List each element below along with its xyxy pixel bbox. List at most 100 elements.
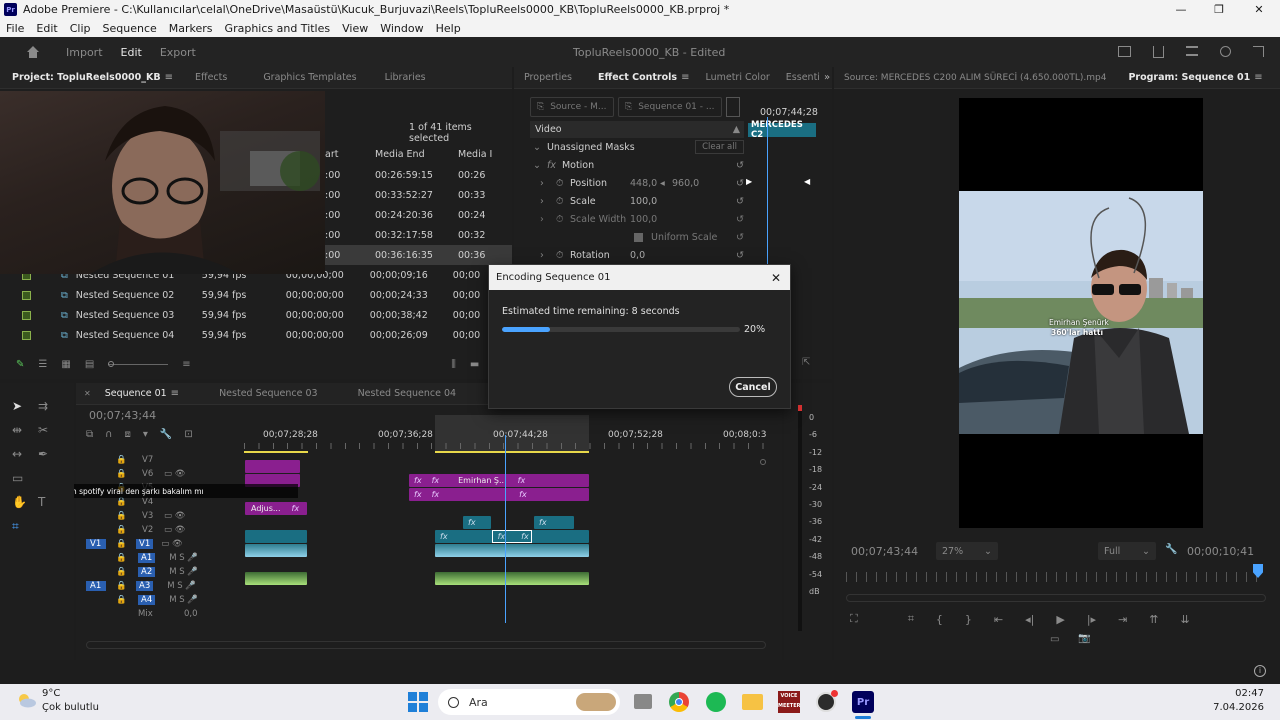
- track-v1[interactable]: V1 🔒 V1 ▭ 👁: [76, 537, 244, 551]
- clip-a3-left[interactable]: [245, 572, 307, 585]
- property-scale-width[interactable]: › ⏱ Scale Width 100,0 ↺: [530, 210, 744, 228]
- v-scrollbar-top[interactable]: [760, 459, 766, 465]
- toggle-timeline-icon[interactable]: [726, 97, 740, 117]
- nest-icon[interactable]: ⧉: [86, 429, 93, 440]
- tab-nested-sequence-03[interactable]: Nested Sequence 03: [179, 388, 330, 399]
- hand-tool-icon[interactable]: ✋: [12, 495, 38, 509]
- tab-project[interactable]: Project: TopluReels0000_KB: [0, 72, 173, 83]
- ec-clip-bar[interactable]: MERCEDES C2: [748, 120, 816, 140]
- clip-a3-main[interactable]: [435, 572, 589, 585]
- pen-tool-icon[interactable]: ✒: [38, 447, 64, 461]
- menu-sequence[interactable]: Sequence: [97, 22, 163, 35]
- list-item[interactable]: :00 00:24:20:36 00:24: [325, 205, 512, 225]
- compare-view-icon[interactable]: ▭: [1050, 634, 1059, 645]
- tab-essential[interactable]: Essenti: [782, 72, 824, 83]
- workspace-tab-edit[interactable]: Edit: [121, 46, 142, 59]
- tab-source[interactable]: Source: MERCEDES C200 ALIM SÜRECİ (4.650…: [834, 73, 1118, 83]
- go-to-out-icon[interactable]: ⇥: [1118, 613, 1127, 626]
- linked-selection-icon[interactable]: ⧈: [124, 429, 130, 440]
- program-timecode[interactable]: 00;07;43;44: [851, 545, 918, 558]
- clip-v1-left[interactable]: [245, 530, 307, 543]
- menu-window[interactable]: Window: [374, 22, 429, 35]
- source-clip-dropdown[interactable]: ⎘ Source - M...: [530, 97, 614, 117]
- safe-margins-icon[interactable]: ⛶: [850, 612, 858, 626]
- step-forward-icon[interactable]: |▸: [1087, 613, 1096, 626]
- col-start[interactable]: art: [325, 149, 375, 165]
- property-scale[interactable]: › ⏱ Scale 100,0 ↺: [530, 192, 744, 210]
- property-uniform-scale[interactable]: Uniform Scale ↺: [530, 228, 744, 246]
- workspaces-icon[interactable]: [1186, 46, 1198, 56]
- weather-desc[interactable]: Çok bulutlu: [42, 702, 99, 713]
- selection-tool-icon[interactable]: ➤: [12, 399, 38, 413]
- label-color-swatch[interactable]: [22, 310, 31, 320]
- clip-a1-left[interactable]: [245, 544, 307, 557]
- tab-menu-icon[interactable]: ≡: [1254, 72, 1262, 83]
- list-item[interactable]: ⧉ Nested Sequence 02 59,94 fps 00;00;00;…: [14, 285, 512, 305]
- list-item[interactable]: :00 00:26:59:15 00:26: [325, 165, 512, 185]
- clip-a1-main[interactable]: [435, 544, 589, 557]
- clip-v5-title[interactable]: fx fx Emirhan Ş... fx: [409, 474, 589, 487]
- taskbar-search[interactable]: Ara: [438, 689, 620, 715]
- clip-v2-b[interactable]: fx: [534, 516, 574, 529]
- clip-v2-a[interactable]: fx: [463, 516, 491, 529]
- weather-icon[interactable]: [16, 692, 36, 708]
- extract-icon[interactable]: ⇊: [1181, 613, 1190, 626]
- share-icon[interactable]: [1153, 46, 1164, 58]
- workspace-tab-import[interactable]: Import: [66, 46, 103, 59]
- fullscreen-icon[interactable]: [1253, 46, 1264, 57]
- close-sequence-icon[interactable]: ✕: [84, 389, 91, 398]
- menu-clip[interactable]: Clip: [64, 22, 97, 35]
- close-icon[interactable]: ✕: [1238, 3, 1280, 16]
- freeform-view-icon[interactable]: ▤: [85, 359, 94, 370]
- sort-icon[interactable]: ≡: [182, 359, 190, 370]
- menu-file[interactable]: File: [0, 22, 30, 35]
- track-mix[interactable]: Mix 0,0: [76, 607, 244, 621]
- program-scrollbar[interactable]: [846, 594, 1266, 602]
- ec-export-icon[interactable]: ⇱: [802, 357, 810, 368]
- spotify-icon[interactable]: [706, 692, 726, 712]
- info-icon[interactable]: i: [1254, 665, 1266, 677]
- list-item[interactable]: :00 00:32:17:58 00:32: [325, 225, 512, 245]
- tab-program[interactable]: Program: Sequence 01: [1118, 72, 1254, 83]
- clip-v4[interactable]: fx fx fx: [409, 488, 589, 501]
- track-a4[interactable]: 🔒 A4 M S 🎤: [76, 593, 244, 607]
- label-color-swatch[interactable]: [22, 330, 31, 340]
- zoom-slider[interactable]: [108, 360, 169, 367]
- tab-sequence-01[interactable]: Sequence 01: [91, 388, 171, 399]
- generative-extend-icon[interactable]: ⌗: [12, 519, 38, 534]
- clock-date[interactable]: 7.04.2026: [1213, 702, 1264, 713]
- track-a2[interactable]: 🔒 A2 M S 🎤: [76, 565, 244, 579]
- tab-menu-icon[interactable]: ≡: [165, 72, 173, 83]
- list-item[interactable]: ⧉ Nested Sequence 04 59,94 fps 00;00;00;…: [14, 325, 512, 345]
- ripple-edit-icon[interactable]: ⇹: [12, 423, 38, 437]
- list-item[interactable]: ⧉ Nested Sequence 03 59,94 fps 00;00;00;…: [14, 305, 512, 325]
- keyframe-nav-right-icon[interactable]: ◀: [804, 177, 810, 186]
- rectangle-tool-icon[interactable]: ▭: [12, 471, 38, 485]
- motion-row[interactable]: ⌄ fx Motion ↺: [530, 156, 744, 174]
- tab-effect-controls[interactable]: Effect Controls: [584, 72, 681, 83]
- automate-icon[interactable]: ⫼: [451, 359, 456, 370]
- col-media-end[interactable]: Media End: [375, 149, 458, 165]
- tab-effects[interactable]: Effects: [183, 72, 239, 83]
- search-icon[interactable]: [1220, 46, 1231, 57]
- file-explorer-icon[interactable]: [742, 694, 763, 710]
- play-icon[interactable]: ▶: [1056, 613, 1064, 626]
- timeline-h-scrollbar[interactable]: [86, 641, 766, 649]
- timeline-timecode[interactable]: 00;07;43;44: [89, 409, 156, 422]
- reset-icon[interactable]: ↺: [736, 160, 744, 171]
- weather-temp[interactable]: 9°C: [42, 688, 60, 699]
- clear-all-button[interactable]: Clear all: [695, 140, 744, 154]
- track-a3[interactable]: A1 🔒 A3 M S 🎤: [76, 579, 244, 593]
- quality-dropdown[interactable]: Full ⌄: [1098, 542, 1156, 560]
- captions-icon[interactable]: ⊡: [184, 429, 192, 440]
- track-v6[interactable]: 🔒 V6 ▭ 👁: [76, 467, 244, 481]
- keyframe-nav-left-icon[interactable]: ▶: [746, 177, 752, 186]
- task-view-icon[interactable]: [634, 694, 652, 709]
- panel-layout-icon[interactable]: [1118, 46, 1131, 57]
- source-v1-patch[interactable]: V1: [86, 539, 106, 549]
- workspace-tab-export[interactable]: Export: [160, 46, 196, 59]
- track-v3[interactable]: 🔒 V3 ▭ 👁: [76, 509, 244, 523]
- snap-icon[interactable]: ∩: [105, 429, 112, 440]
- voicemeeter-icon[interactable]: VOICE MEETER: [778, 691, 800, 713]
- wrench-icon[interactable]: 🔧: [1165, 544, 1177, 555]
